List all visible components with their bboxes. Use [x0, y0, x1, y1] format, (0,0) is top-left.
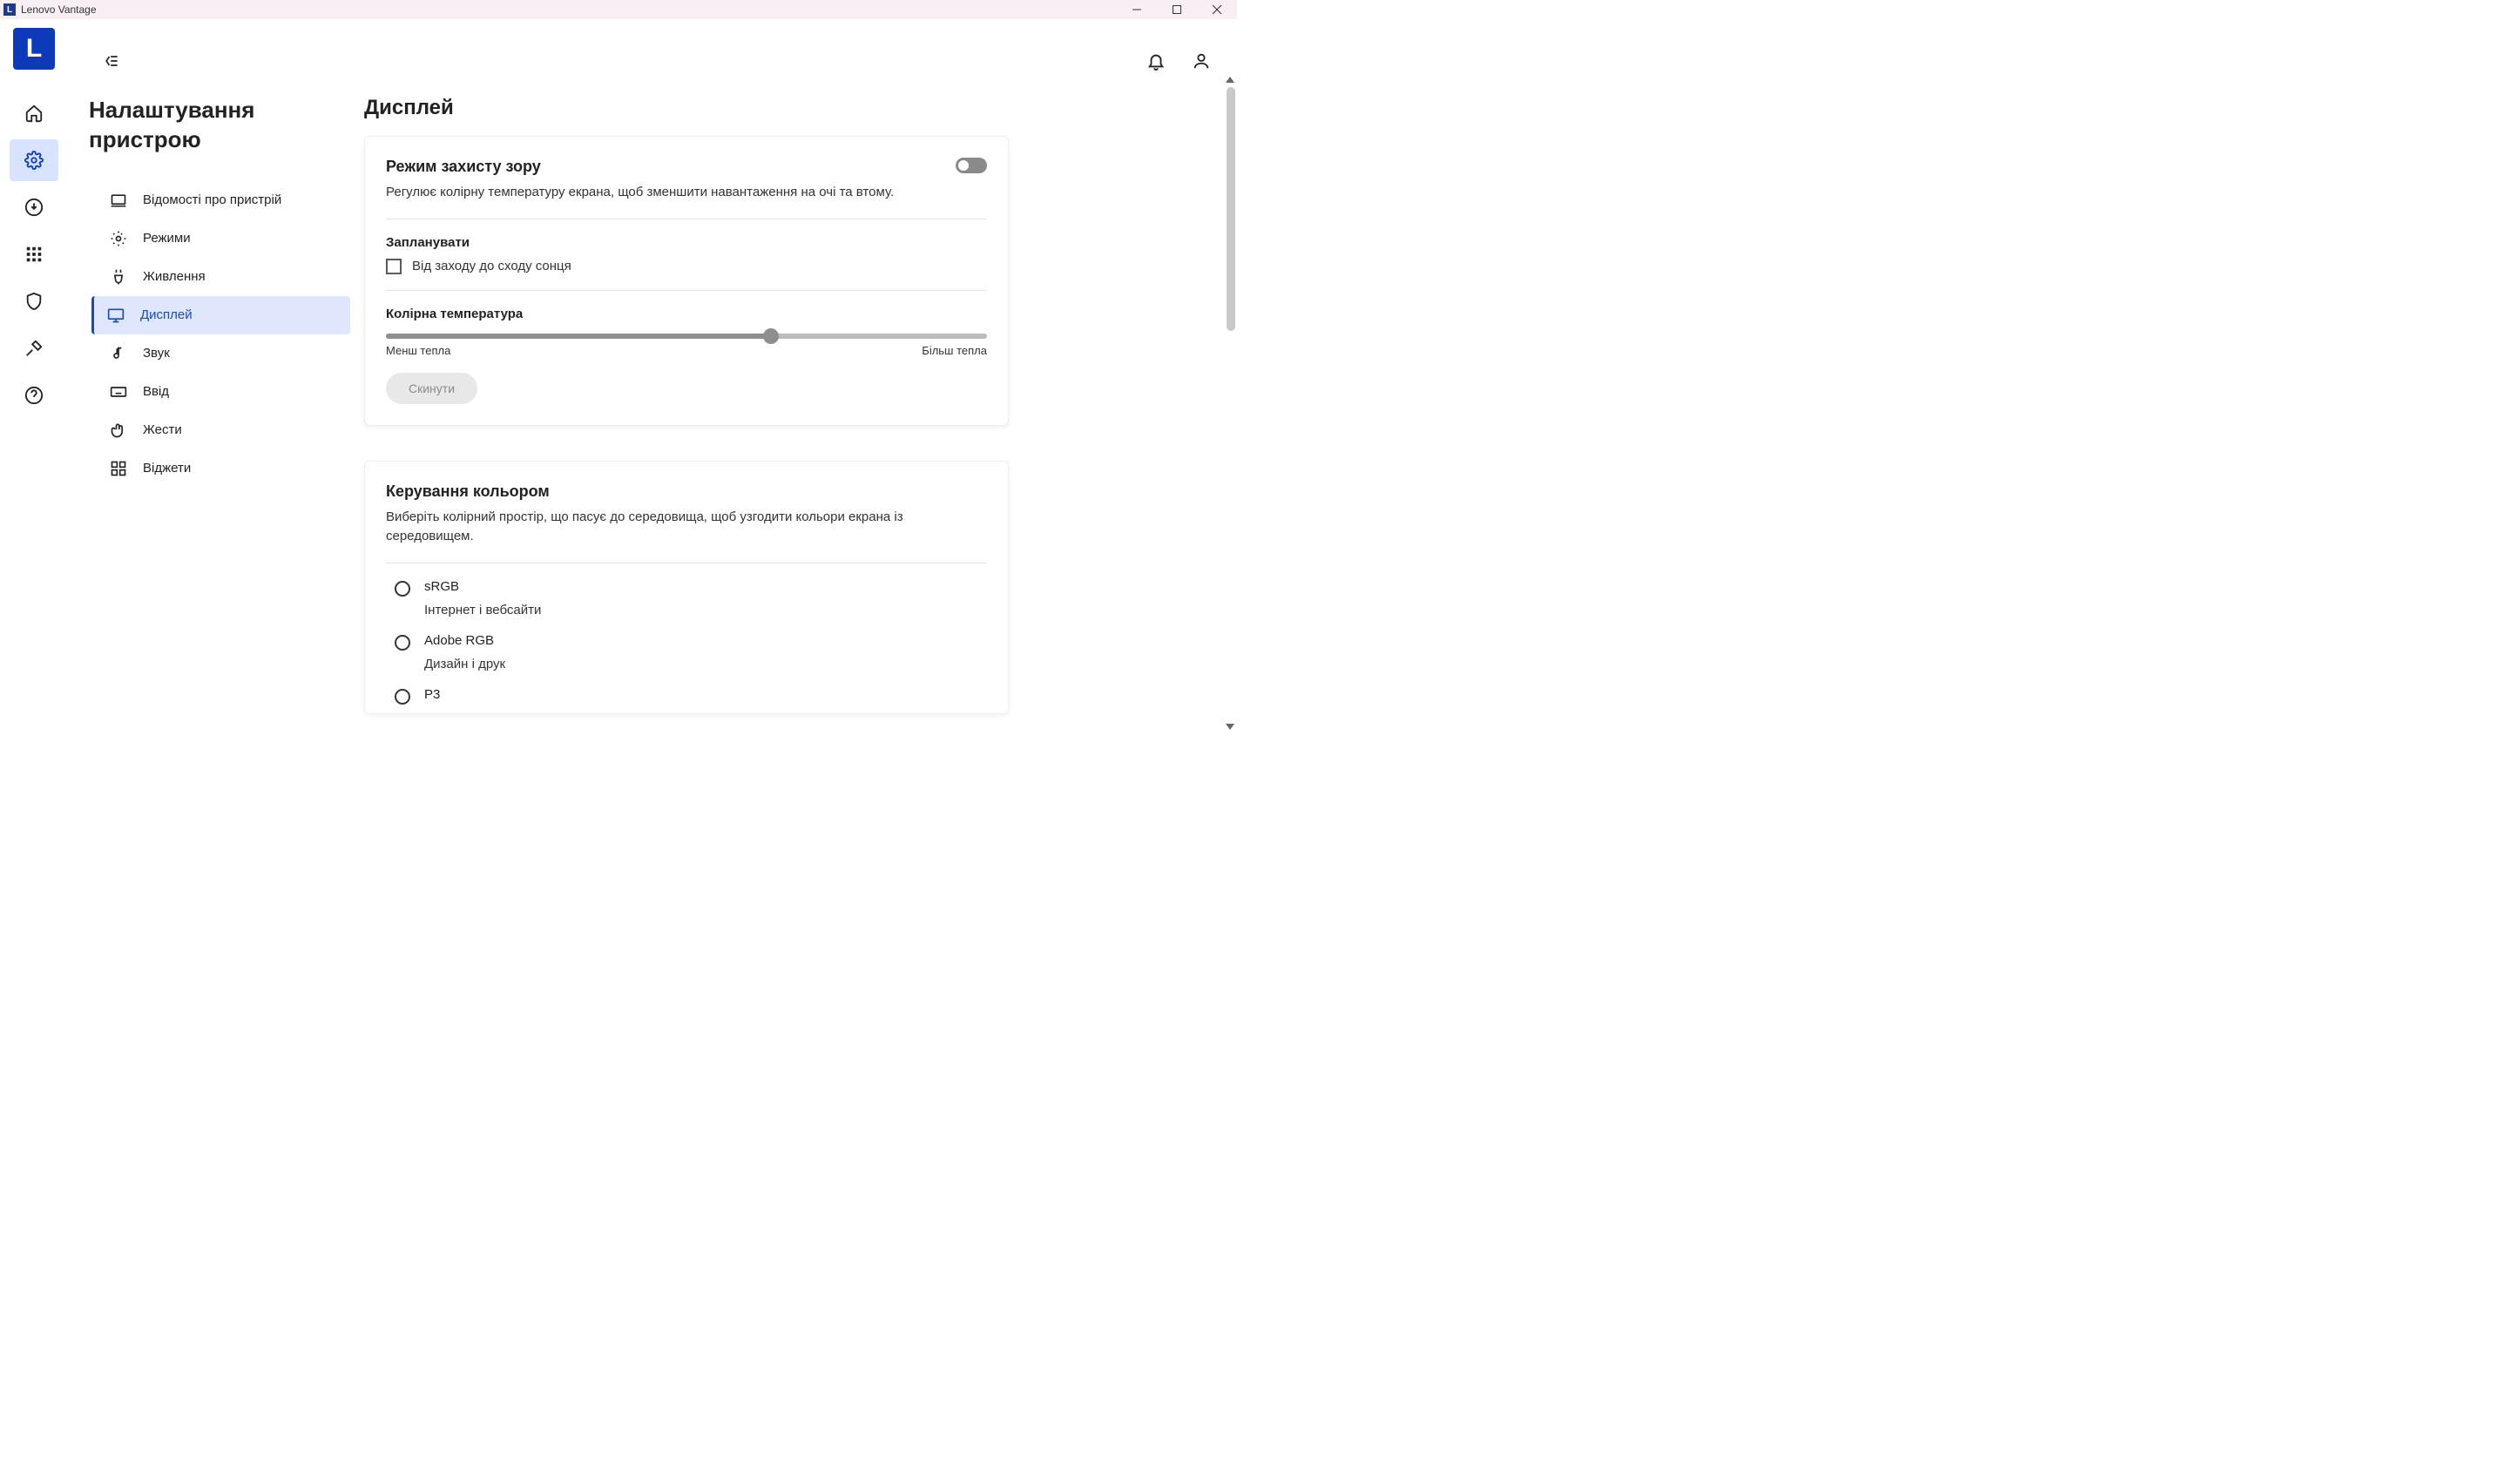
sidepanel-item-label: Віджети — [143, 461, 191, 476]
sidepanel-item-gestures[interactable]: Жести — [94, 411, 350, 449]
plug-icon — [110, 268, 127, 286]
card-title: Режим захисту зору — [386, 158, 894, 176]
sidepanel-item-widgets[interactable]: Віджети — [94, 449, 350, 488]
main-content: Дисплей Режим захисту зору Регулює колір… — [350, 89, 1237, 732]
slider-min-label: Менш тепла — [386, 344, 450, 357]
radio-title: sRGB — [424, 579, 541, 594]
card-eye-care: Режим захисту зору Регулює колірну темпе… — [364, 136, 1009, 426]
topbar — [68, 37, 1237, 89]
gear-icon — [110, 230, 127, 247]
settings-sidepanel: Налаштування пристрою Відомості про прис… — [89, 89, 350, 732]
sidepanel-item-label: Звук — [143, 346, 170, 361]
card-color-management: Керування кольором Виберіть колірний про… — [364, 461, 1009, 714]
sidepanel-item-label: Живлення — [143, 269, 206, 284]
rail-item-apps[interactable] — [10, 233, 58, 275]
sidepanel-item-device-info[interactable]: Відомості про пристрій — [94, 181, 350, 219]
sidepanel-item-power[interactable]: Живлення — [94, 258, 350, 296]
window-controls — [1117, 0, 1237, 19]
close-button[interactable] — [1197, 0, 1237, 19]
slider-thumb[interactable] — [763, 328, 779, 344]
minimize-button[interactable] — [1117, 0, 1157, 19]
rail-item-tools[interactable] — [10, 327, 58, 369]
maximize-button[interactable] — [1157, 0, 1197, 19]
rail-item-home[interactable] — [10, 92, 58, 134]
monitor-icon — [107, 307, 125, 324]
sidepanel-item-label: Жести — [143, 422, 182, 437]
hand-icon — [110, 422, 127, 439]
window-title: Lenovo Vantage — [21, 3, 97, 16]
sidepanel-item-modes[interactable]: Режими — [94, 219, 350, 258]
radio-title: P3 — [424, 687, 440, 702]
app-icon: L — [3, 3, 16, 16]
sidepanel-item-input[interactable]: Ввід — [94, 373, 350, 411]
radio-title: Adobe RGB — [424, 633, 505, 648]
keyboard-icon — [110, 383, 127, 401]
radio-desc: Інтернет і вебсайти — [424, 603, 541, 617]
sunset-checkbox[interactable] — [386, 259, 402, 274]
sidepanel-item-audio[interactable]: Звук — [94, 334, 350, 373]
radio-desc: Дизайн і друк — [424, 657, 505, 671]
titlebar-left: L Lenovo Vantage — [3, 3, 97, 16]
sidepanel-title: Налаштування пристрою — [89, 96, 350, 155]
rail-item-help[interactable] — [10, 374, 58, 416]
schedule-label: Запланувати — [386, 235, 987, 250]
sidepanel-item-label: Ввід — [143, 384, 169, 399]
rail-item-device[interactable] — [10, 139, 58, 181]
music-note-icon — [110, 345, 127, 362]
scrollbar-thumb[interactable] — [1227, 87, 1235, 331]
color-option-srgb[interactable]: sRGB Інтернет і вебсайти — [395, 579, 987, 617]
reset-button[interactable]: Скинути — [386, 373, 477, 404]
sidepanel-item-label: Відомості про пристрій — [143, 192, 281, 207]
sidepanel-item-label: Режими — [143, 231, 191, 246]
navigation-rail: L — [0, 19, 68, 732]
radio-button[interactable] — [395, 689, 410, 705]
divider — [386, 290, 987, 291]
rail-item-security[interactable] — [10, 280, 58, 322]
laptop-icon — [110, 192, 127, 209]
scrollbar-up-arrow[interactable] — [1226, 77, 1234, 83]
sidepanel-item-display[interactable]: Дисплей — [91, 296, 350, 334]
notifications-icon[interactable] — [1146, 51, 1166, 75]
account-icon[interactable] — [1192, 51, 1211, 75]
slider-max-label: Більш тепла — [922, 344, 987, 357]
window-titlebar: L Lenovo Vantage — [0, 0, 1237, 19]
grid-icon — [110, 460, 127, 477]
color-option-adobe-rgb[interactable]: Adobe RGB Дизайн і друк — [395, 633, 987, 671]
rail-item-download[interactable] — [10, 186, 58, 228]
sunset-label: Від заходу до сходу сонця — [412, 259, 571, 273]
scrollbar-down-arrow[interactable] — [1226, 724, 1234, 730]
sidepanel-item-label: Дисплей — [140, 307, 193, 322]
radio-button[interactable] — [395, 581, 410, 597]
color-option-p3[interactable]: P3 — [395, 687, 987, 705]
page-title: Дисплей — [364, 96, 1211, 120]
collapse-panel-button[interactable] — [103, 52, 120, 74]
color-temp-label: Колірна температура — [386, 307, 987, 321]
radio-button[interactable] — [395, 635, 410, 651]
slider-fill — [386, 334, 771, 339]
card-description: Виберіть колірний простір, що пасує до с… — [386, 508, 987, 547]
color-temp-slider[interactable] — [386, 334, 987, 339]
app-logo[interactable]: L — [13, 28, 55, 70]
card-description: Регулює колірну температуру екрана, щоб … — [386, 183, 894, 203]
eye-care-toggle[interactable] — [956, 158, 987, 173]
card-title: Керування кольором — [386, 482, 987, 501]
